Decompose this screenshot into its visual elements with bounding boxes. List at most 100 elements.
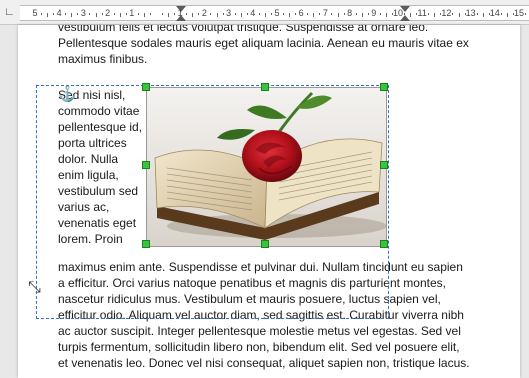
ruler-number: 2: [201, 8, 207, 18]
ruler-tick: [77, 13, 79, 15]
text-line: maximus finibus.: [58, 52, 148, 66]
text-line: et venenatis leo. Donec vel nisi consequ…: [58, 356, 470, 370]
text-line: efficitur odio. Aliquam vel auctor diam,…: [58, 308, 464, 322]
ruler-tick: [476, 13, 478, 15]
ruler-tick: [458, 13, 460, 17]
ruler-tick: [71, 13, 73, 17]
text-line: venenatis eget: [58, 216, 137, 230]
ruler-tick: [512, 13, 514, 15]
resize-handle-right[interactable]: [380, 161, 388, 169]
resize-handle-top[interactable]: [261, 83, 269, 91]
text-line: nascetur ridiculus mus. Vestibulum et ma…: [58, 292, 441, 306]
anchor-icon[interactable]: ⚓: [58, 87, 77, 103]
ruler-number: 2: [105, 8, 111, 18]
ruler-number: 6: [298, 8, 304, 18]
ruler-tick: [119, 13, 121, 17]
ruler-tick: [137, 13, 139, 15]
ruler-tick: [283, 13, 285, 15]
document-page[interactable]: vestibulum felis et lectus volutpat tris…: [18, 25, 520, 378]
ruler-tick: [367, 13, 369, 15]
text-line: vestibulum sed: [58, 184, 139, 198]
ruler-number: 7: [322, 8, 328, 18]
text-line: lorem. Proin: [58, 232, 123, 246]
ruler-tick: [210, 13, 212, 15]
text-line: vestibulum felis et lectus volutpat tris…: [58, 25, 429, 34]
ruler-number: 9: [371, 8, 377, 18]
resize-handle-top-right[interactable]: [380, 83, 388, 91]
ruler-tick: [440, 13, 442, 15]
ruler-tick: [361, 13, 363, 17]
ruler-tick: [331, 13, 333, 15]
ruler-tick: [434, 13, 436, 17]
ruler-tick: [149, 13, 151, 15]
resize-handle-top-left[interactable]: [142, 83, 150, 91]
ruler-tick: [410, 13, 412, 17]
ruler-tick: [47, 13, 49, 17]
text-line: commodo vitae: [58, 104, 140, 118]
resize-handle-bottom-left[interactable]: [142, 240, 150, 248]
horizontal-ruler[interactable]: ∟ 5 4 3 2 1 1 2 3 4 5 6 7 8 9 10 11 12 13 14 15: [0, 0, 529, 25]
ruler-tick: [525, 13, 527, 15]
text-line: a efficitur. Orci varius natoque penatib…: [58, 276, 446, 290]
ruler-strip[interactable]: 5 4 3 2 1 1 2 3 4 5 6 7 8 9 10 11 12 13 14 15: [20, 5, 529, 21]
ruler-tick: [258, 13, 260, 15]
ruler-tick: [125, 13, 127, 15]
ruler-tick: [240, 13, 242, 17]
ruler-tick: [506, 13, 508, 17]
ruler-tick: [416, 13, 418, 15]
ruler-number: 4: [250, 8, 256, 18]
ruler-tick: [355, 13, 357, 15]
wrapped-text-column[interactable]: Sed nisi nisl, commodo vitae pellentesqu…: [58, 87, 148, 247]
text-line: turpis fermentum, sollicitudin libero no…: [58, 340, 460, 354]
ruler-tick: [174, 13, 176, 15]
ruler-number: 4: [56, 8, 62, 18]
ruler-tick: [464, 13, 466, 15]
text-line: Pellentesque sodales mauris eget aliquam…: [58, 36, 469, 50]
inserted-image[interactable]: [146, 87, 387, 247]
ruler-number: 3: [226, 8, 232, 18]
ruler-tick: [379, 13, 381, 15]
ruler-tick: [192, 13, 194, 17]
resize-handle-bottom[interactable]: [261, 240, 269, 248]
ruler-tick: [452, 13, 454, 15]
text-line: pellentesque id,: [58, 120, 143, 134]
ruler-number: 5: [32, 8, 38, 18]
text-line: maximus enim ante. Suspendisse et pulvin…: [58, 260, 463, 274]
ruler-tick: [270, 13, 272, 15]
ruler-tick: [89, 13, 91, 15]
ruler-tick: [168, 13, 170, 17]
ruler-tick: [113, 13, 115, 15]
ruler-tick: [500, 13, 502, 15]
ruler-tick: [162, 13, 164, 15]
ruler-number: 15: [513, 8, 525, 18]
ruler-tick: [319, 13, 321, 15]
text-line: dolor. Nulla: [58, 152, 119, 166]
tab-stop-icon[interactable]: ∟: [4, 6, 16, 18]
ruler-tick: [222, 13, 224, 15]
ruler-number: 3: [80, 8, 86, 18]
resize-handle-bottom-right[interactable]: [380, 240, 388, 248]
ruler-tick: [65, 13, 67, 15]
ruler-tick: [482, 13, 484, 17]
resize-handle-left[interactable]: [142, 161, 150, 169]
ruler-number: 10: [392, 8, 404, 18]
ruler-tick: [385, 13, 387, 17]
ruler-tick: [216, 13, 218, 17]
ruler-number: 14: [489, 8, 500, 18]
paragraph-bottom[interactable]: maximus enim ante. Suspendisse et pulvin…: [58, 259, 478, 371]
ruler-number: 1: [177, 8, 183, 18]
ruler-tick: [143, 13, 145, 17]
ruler-tick: [337, 13, 339, 17]
text-line: varius ac,: [58, 200, 110, 214]
ruler-tick: [307, 13, 309, 15]
ruler-tick: [53, 13, 55, 15]
ruler-tick: [95, 13, 97, 17]
ruler-tick: [295, 13, 297, 15]
paragraph-top[interactable]: vestibulum felis et lectus volutpat tris…: [58, 25, 478, 67]
ruler-tick: [234, 13, 236, 15]
ruler-tick: [101, 13, 103, 15]
ruler-number: 11: [417, 8, 427, 18]
ruler-tick: [186, 13, 188, 15]
resize-diagonal-icon: ⤡: [28, 279, 41, 296]
ruler-number: 13: [465, 8, 476, 18]
